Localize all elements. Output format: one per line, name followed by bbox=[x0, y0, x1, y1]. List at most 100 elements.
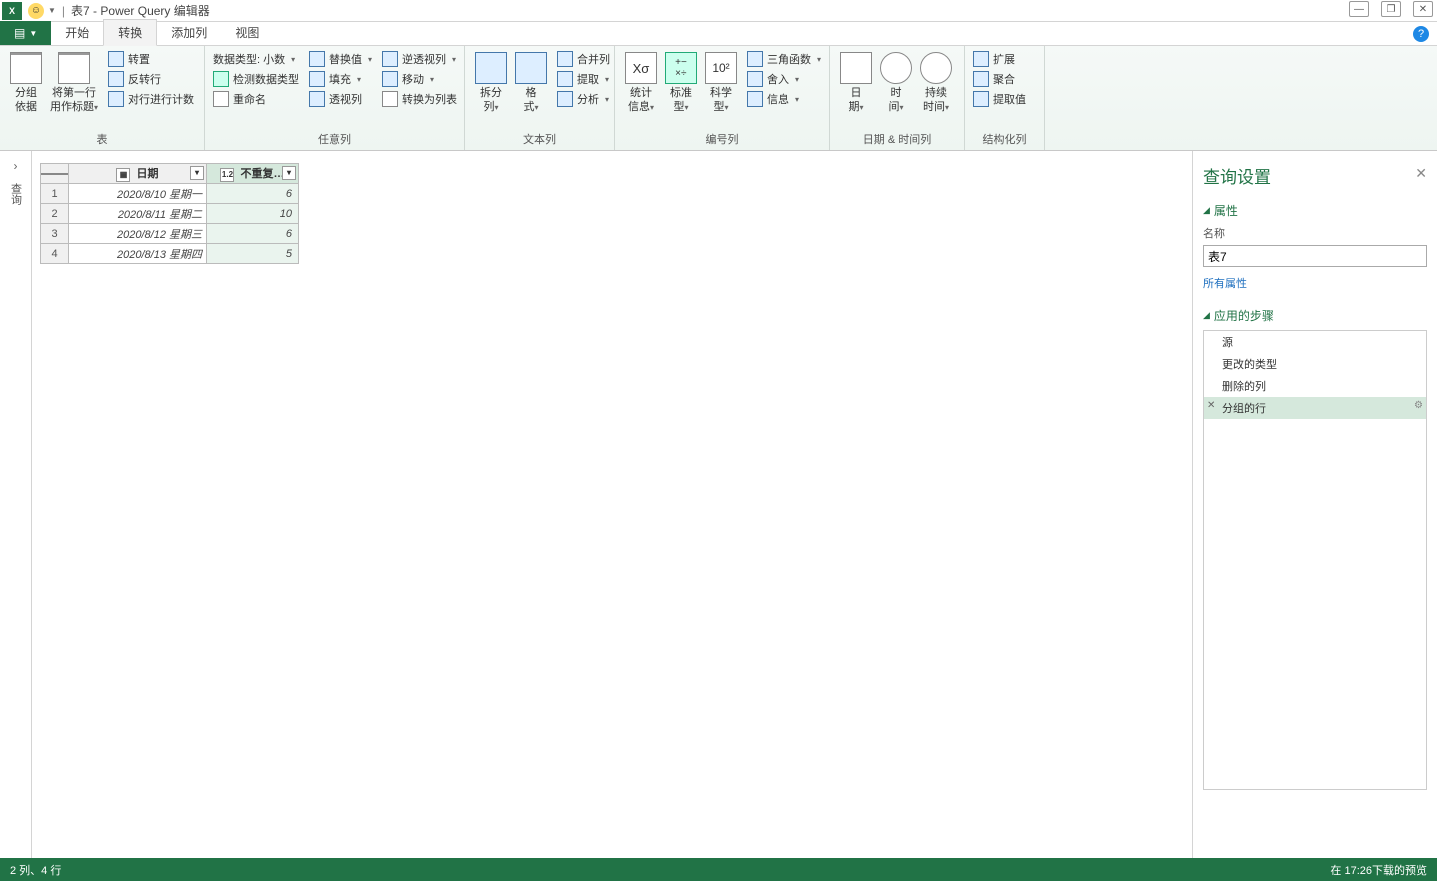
count-rows-icon bbox=[108, 91, 124, 107]
pivot-button[interactable]: 透视列 bbox=[307, 90, 374, 108]
list-icon bbox=[382, 91, 398, 107]
all-properties-link[interactable]: 所有属性 bbox=[1203, 275, 1427, 291]
collapse-triangle-icon: ◢ bbox=[1203, 310, 1210, 321]
step-removed-columns[interactable]: 删除的列 bbox=[1204, 375, 1426, 397]
group-by-icon bbox=[10, 52, 42, 84]
duration-button[interactable]: 持续 时间▾ bbox=[916, 50, 956, 117]
group-label-datetime-column: 日期 & 时间列 bbox=[830, 129, 964, 150]
table-row[interactable]: 4 2020/8/13 星期四 5 bbox=[41, 244, 299, 264]
cell-value[interactable]: 10 bbox=[207, 204, 299, 224]
cell-date[interactable]: 2020/8/10 星期一 bbox=[69, 184, 207, 204]
table-row[interactable]: 2 2020/8/11 星期二 10 bbox=[41, 204, 299, 224]
trig-button[interactable]: 三角函数▾ bbox=[745, 50, 823, 68]
headers-icon bbox=[58, 52, 90, 84]
properties-section-header[interactable]: ◢ 属性 bbox=[1203, 202, 1427, 219]
table-row[interactable]: 3 2020/8/12 星期三 6 bbox=[41, 224, 299, 244]
cell-date[interactable]: 2020/8/13 星期四 bbox=[69, 244, 207, 264]
data-type-button[interactable]: 数据类型: 小数▾ bbox=[211, 50, 301, 68]
extract-button[interactable]: 提取▾ bbox=[555, 70, 612, 88]
transpose-button[interactable]: 转置 bbox=[106, 50, 196, 68]
queries-rail-label: 查询 bbox=[8, 183, 24, 205]
unpivot-button[interactable]: 逆透视列▾ bbox=[380, 50, 459, 68]
close-panel-button[interactable]: ✕ bbox=[1415, 165, 1427, 182]
time-button[interactable]: 时 间▾ bbox=[876, 50, 916, 117]
group-label-any-column: 任意列 bbox=[205, 129, 464, 150]
group-label-text-column: 文本列 bbox=[465, 129, 614, 150]
help-icon[interactable]: ? bbox=[1413, 26, 1429, 42]
tab-view[interactable]: 视图 bbox=[221, 20, 273, 45]
move-button[interactable]: 移动▾ bbox=[380, 70, 459, 88]
use-first-row-headers-button[interactable]: 将第一行 用作标题▾ bbox=[46, 50, 102, 117]
query-name-input[interactable] bbox=[1203, 245, 1427, 267]
expand-icon bbox=[973, 51, 989, 67]
count-rows-button[interactable]: 对行进行计数 bbox=[106, 90, 196, 108]
extract-value-button[interactable]: 提取值 bbox=[971, 90, 1028, 108]
format-button[interactable]: 格 式▾ bbox=[511, 50, 551, 117]
column-header-date[interactable]: ▦ 日期 ▾ bbox=[69, 164, 207, 184]
minimize-button[interactable]: — bbox=[1349, 1, 1369, 17]
merge-columns-button[interactable]: 合并列 bbox=[555, 50, 612, 68]
decimal-type-icon[interactable]: 1.2 bbox=[220, 168, 234, 182]
filter-dropdown-icon[interactable]: ▾ bbox=[190, 166, 204, 180]
cell-date[interactable]: 2020/8/12 星期三 bbox=[69, 224, 207, 244]
cell-value[interactable]: 6 bbox=[207, 224, 299, 244]
cell-value[interactable]: 6 bbox=[207, 184, 299, 204]
status-bar: 2 列、4 行 在 17:26下载的预览 bbox=[0, 858, 1437, 881]
status-left: 2 列、4 行 bbox=[10, 862, 61, 878]
date-button[interactable]: 日 期▾ bbox=[836, 50, 876, 117]
date-type-icon[interactable]: ▦ bbox=[116, 168, 130, 182]
reverse-rows-button[interactable]: 反转行 bbox=[106, 70, 196, 88]
scientific-button[interactable]: 10² 科学 型▾ bbox=[701, 50, 741, 117]
fill-button[interactable]: 填充▾ bbox=[307, 70, 374, 88]
delete-step-icon[interactable]: ✕ bbox=[1207, 400, 1215, 411]
parse-button[interactable]: 分析▾ bbox=[555, 90, 612, 108]
group-label-table: 表 bbox=[0, 129, 204, 150]
file-menu-button[interactable]: ▤ ▼ bbox=[0, 21, 51, 45]
separator: | bbox=[62, 4, 65, 18]
tab-add-column[interactable]: 添加列 bbox=[157, 20, 221, 45]
row-number[interactable]: 1 bbox=[41, 184, 69, 204]
table-row[interactable]: 1 2020/8/10 星期一 6 bbox=[41, 184, 299, 204]
rename-button[interactable]: 重命名 bbox=[211, 90, 301, 108]
step-changed-type[interactable]: 更改的类型 bbox=[1204, 353, 1426, 375]
row-number[interactable]: 4 bbox=[41, 244, 69, 264]
gear-icon[interactable]: ⚙ bbox=[1414, 400, 1423, 411]
row-number[interactable]: 3 bbox=[41, 224, 69, 244]
convert-list-button[interactable]: 转换为列表 bbox=[380, 90, 459, 108]
group-by-button[interactable]: 分组 依据 bbox=[6, 50, 46, 116]
information-button[interactable]: 信息▾ bbox=[745, 90, 823, 108]
rounding-button[interactable]: 舍入▾ bbox=[745, 70, 823, 88]
replace-icon bbox=[309, 51, 325, 67]
aggregate-button[interactable]: 聚合 bbox=[971, 70, 1028, 88]
cell-date[interactable]: 2020/8/11 星期二 bbox=[69, 204, 207, 224]
queries-navigation-rail[interactable]: › 查询 bbox=[0, 151, 32, 858]
scientific-icon: 10² bbox=[705, 52, 737, 84]
table-corner[interactable] bbox=[41, 164, 69, 184]
replace-values-button[interactable]: 替换值▾ bbox=[307, 50, 374, 68]
fill-icon bbox=[309, 71, 325, 87]
cell-value[interactable]: 5 bbox=[207, 244, 299, 264]
split-column-button[interactable]: 拆分 列▾ bbox=[471, 50, 511, 117]
chevron-right-icon[interactable]: › bbox=[14, 159, 18, 173]
tab-home[interactable]: 开始 bbox=[51, 20, 103, 45]
column-header-distinct[interactable]: 1.2 不重复… ▾ bbox=[207, 164, 299, 184]
maximize-button[interactable]: ❐ bbox=[1381, 1, 1401, 17]
duration-icon bbox=[920, 52, 952, 84]
split-column-icon bbox=[475, 52, 507, 84]
close-button[interactable]: ✕ bbox=[1413, 1, 1433, 17]
detect-type-button[interactable]: 检测数据类型 bbox=[211, 70, 301, 88]
step-grouped-rows[interactable]: ✕ 分组的行 ⚙ bbox=[1204, 397, 1426, 419]
expand-button[interactable]: 扩展 bbox=[971, 50, 1028, 68]
tab-transform[interactable]: 转换 bbox=[103, 19, 157, 46]
smile-icon[interactable]: ☺ bbox=[28, 3, 44, 19]
qat-dropdown-icon[interactable]: ▼ bbox=[48, 6, 56, 15]
step-source[interactable]: 源 bbox=[1204, 331, 1426, 353]
filter-dropdown-icon[interactable]: ▾ bbox=[282, 166, 296, 180]
statistics-icon: Xσ bbox=[625, 52, 657, 84]
applied-steps-section-header[interactable]: ◢ 应用的步骤 bbox=[1203, 307, 1427, 324]
row-number[interactable]: 2 bbox=[41, 204, 69, 224]
statistics-button[interactable]: Xσ 统计 信息▾ bbox=[621, 50, 661, 117]
standard-button[interactable]: +−×÷ 标准 型▾ bbox=[661, 50, 701, 117]
data-preview-area: ▦ 日期 ▾ 1.2 不重复… ▾ 1 2020/8/10 星期一 6 2 20… bbox=[32, 151, 1192, 858]
trig-icon bbox=[747, 51, 763, 67]
